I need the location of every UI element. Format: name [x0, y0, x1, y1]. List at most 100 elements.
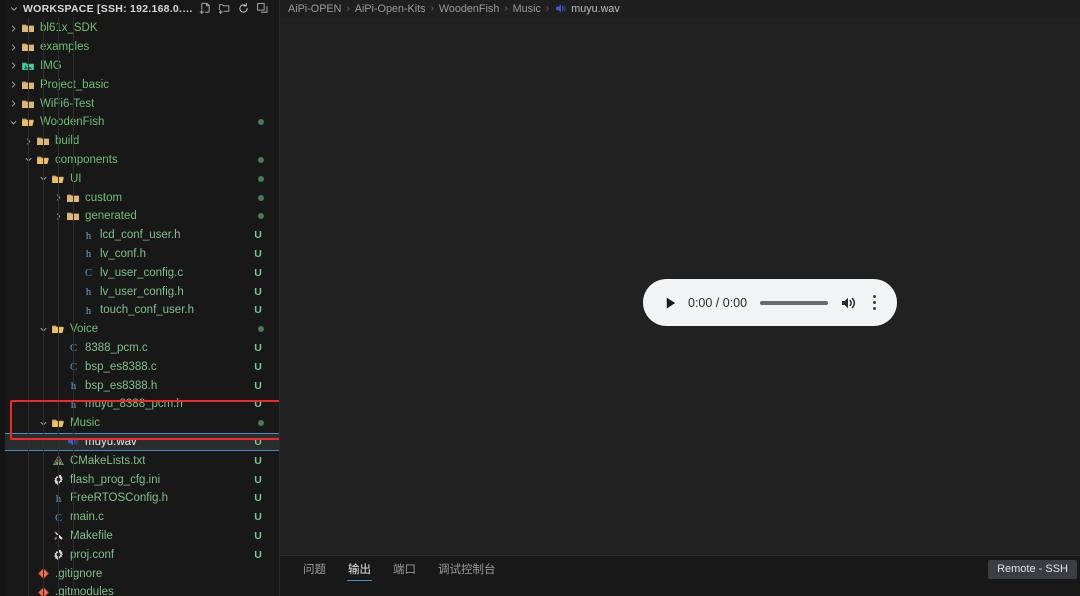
explorer-actions [198, 2, 275, 16]
breadcrumb-separator: › [346, 3, 350, 14]
git-status-badge: U [254, 304, 262, 317]
git-modified-dot [258, 213, 264, 220]
git-modified-dot [258, 326, 264, 333]
tree-file-row[interactable]: muyu.wav U [5, 432, 279, 452]
tree-file-row[interactable]: h lv_user_config.h U [5, 282, 279, 301]
tree-file-row[interactable]: flash_prog_cfg.ini U [5, 470, 279, 489]
editor-area: AiPi-OPEN › AiPi-Open-Kits › WoodenFish › Musi… [280, 0, 1080, 596]
tree-file-row[interactable]: h lv_conf.h U [5, 245, 279, 264]
breadcrumb: AiPi-OPEN › AiPi-Open-Kits › WoodenFish › Musi… [280, 0, 1080, 17]
git-status-badge: U [254, 529, 262, 542]
h-file-icon: h [80, 285, 96, 298]
git-status-badge: U [254, 435, 262, 448]
tree-folder-row[interactable]: build [5, 132, 279, 151]
tree-folder-row[interactable]: Voice [5, 320, 279, 339]
tree-file-row[interactable]: proj.conf U [5, 545, 279, 564]
tree-file-row[interactable]: Clv_user_config.c U [5, 263, 279, 282]
tree-folder-row[interactable]: UI [5, 169, 279, 188]
tree-file-row[interactable]: .gitignore [5, 564, 279, 583]
tree-file-row[interactable]: .gitmodules [5, 583, 279, 596]
remote-ssh-status[interactable]: Remote - SSH [988, 560, 1077, 579]
chevron-down-icon[interactable] [8, 3, 19, 14]
collapse-all-icon[interactable] [255, 2, 269, 16]
git-status-badge: U [254, 285, 262, 298]
git-status-badge: U [254, 398, 262, 411]
tree-folder-row[interactable]: components [5, 151, 279, 170]
chevron-right-icon[interactable] [7, 99, 20, 108]
breadcrumb-item[interactable]: muyu.wav [554, 2, 620, 15]
tree-item-label: lcd_conf_user.h [100, 229, 181, 242]
h-file-icon: h [80, 304, 96, 317]
chevron-right-icon[interactable] [7, 80, 20, 89]
breadcrumb-item[interactable]: WoodenFish [439, 3, 499, 15]
breadcrumb-label: WoodenFish [438, 2, 500, 15]
chevron-right-icon[interactable] [7, 61, 20, 70]
tree-item-label: examples [40, 41, 90, 54]
tree-folder-row[interactable]: custom [5, 188, 279, 207]
refresh-icon[interactable] [236, 2, 250, 16]
svg-text:h: h [85, 231, 91, 242]
c-file-icon: C [80, 266, 96, 279]
bottom-panel: 问题 输出 端口 调试控制台 Remote - SSH [280, 555, 1080, 596]
tree-file-row[interactable]: h lcd_conf_user.h U [5, 226, 279, 245]
tree-folder-row[interactable]: bl61x_SDK [5, 19, 279, 38]
panel-tab[interactable]: 问题 [292, 556, 337, 582]
tree-item-label: lv_user_config.c [100, 266, 184, 279]
progress-slider[interactable] [760, 300, 828, 305]
tree-item-label: lv_conf.h [100, 247, 147, 260]
tree-item-label: bsp_es8388.c [85, 360, 157, 373]
volume-icon[interactable] [839, 295, 859, 311]
tree-folder-row[interactable]: Music [5, 414, 279, 433]
chevron-right-icon[interactable] [7, 24, 20, 33]
more-options-icon[interactable] [865, 294, 883, 311]
tree-item-label: CMakeLists.txt [70, 454, 146, 467]
breadcrumb-label: Music [512, 2, 541, 15]
breadcrumb-item[interactable]: AiPi-OPEN [288, 3, 341, 15]
svg-text:h: h [85, 287, 91, 298]
time-display: 0:00 / 0:00 [688, 295, 748, 310]
tree-file-row[interactable]: hbsp_es8388.hU [5, 376, 279, 395]
tree-folder-row[interactable]: WiFi6-Test [5, 94, 279, 113]
tree-file-row[interactable]: Cbsp_es8388.cU [5, 357, 279, 376]
git-modified-dot [258, 420, 264, 427]
tree-item-label: lv_user_config.h [100, 285, 184, 298]
audio-player[interactable]: 0:00 / 0:00 [643, 279, 897, 326]
tree-folder-row[interactable]: generated [5, 207, 279, 226]
tree-file-row[interactable]: CMakeLists.txt U [5, 451, 279, 470]
tree-folder-row[interactable]: IMG [5, 57, 279, 76]
git-status-badge: U [254, 341, 262, 354]
new-file-icon[interactable] [198, 2, 212, 16]
chevron-down-icon[interactable] [7, 118, 20, 127]
panel-tab[interactable]: 调试控制台 [427, 556, 507, 582]
tree-folder-row[interactable]: Project_basic [5, 75, 279, 94]
svg-text:h: h [85, 306, 91, 317]
tree-item-label: generated [85, 210, 137, 223]
panel-tab[interactable]: 端口 [382, 556, 427, 582]
breadcrumb-item[interactable]: Music [513, 3, 541, 15]
workspace-title: WORKSPACE [SSH: 192.168.0.102] [23, 2, 194, 15]
tree-item-label: flash_prog_cfg.ini [70, 473, 161, 486]
tree-file-row[interactable]: h touch_conf_user.h U [5, 301, 279, 320]
tree-indent-guide [28, 17, 29, 596]
tree-item-label: bl61x_SDK [40, 22, 98, 35]
tree-indent-guide [58, 17, 59, 596]
chevron-right-icon[interactable] [7, 43, 20, 52]
tree-item-label: FreeRTOSConfig.h [70, 492, 169, 505]
new-folder-icon[interactable] [217, 2, 231, 16]
h-file-icon: h [80, 247, 96, 261]
tree-indent-guide [73, 17, 74, 596]
tree-file-row[interactable]: hmuyu_8388_pcm.hU [5, 395, 279, 414]
tree-item-label: muyu.wav [85, 435, 137, 448]
git-status-badge: U [254, 492, 262, 505]
panel-tab[interactable]: 输出 [337, 556, 382, 582]
tree-item-label: Makefile [70, 529, 113, 542]
tree-folder-row[interactable]: examples [5, 38, 279, 57]
tree-file-row[interactable]: Cmain.cU [5, 508, 279, 527]
tree-folder-row[interactable]: WoodenFish [5, 113, 279, 132]
breadcrumb-item[interactable]: AiPi-Open-Kits [355, 3, 426, 15]
tree-file-row[interactable]: Makefile U [5, 527, 279, 546]
git-status-badge: U [254, 360, 262, 373]
tree-file-row[interactable]: hFreeRTOSConfig.hU [5, 489, 279, 508]
tree-file-row[interactable]: C8388_pcm.cU [5, 339, 279, 358]
play-button[interactable] [659, 295, 681, 311]
